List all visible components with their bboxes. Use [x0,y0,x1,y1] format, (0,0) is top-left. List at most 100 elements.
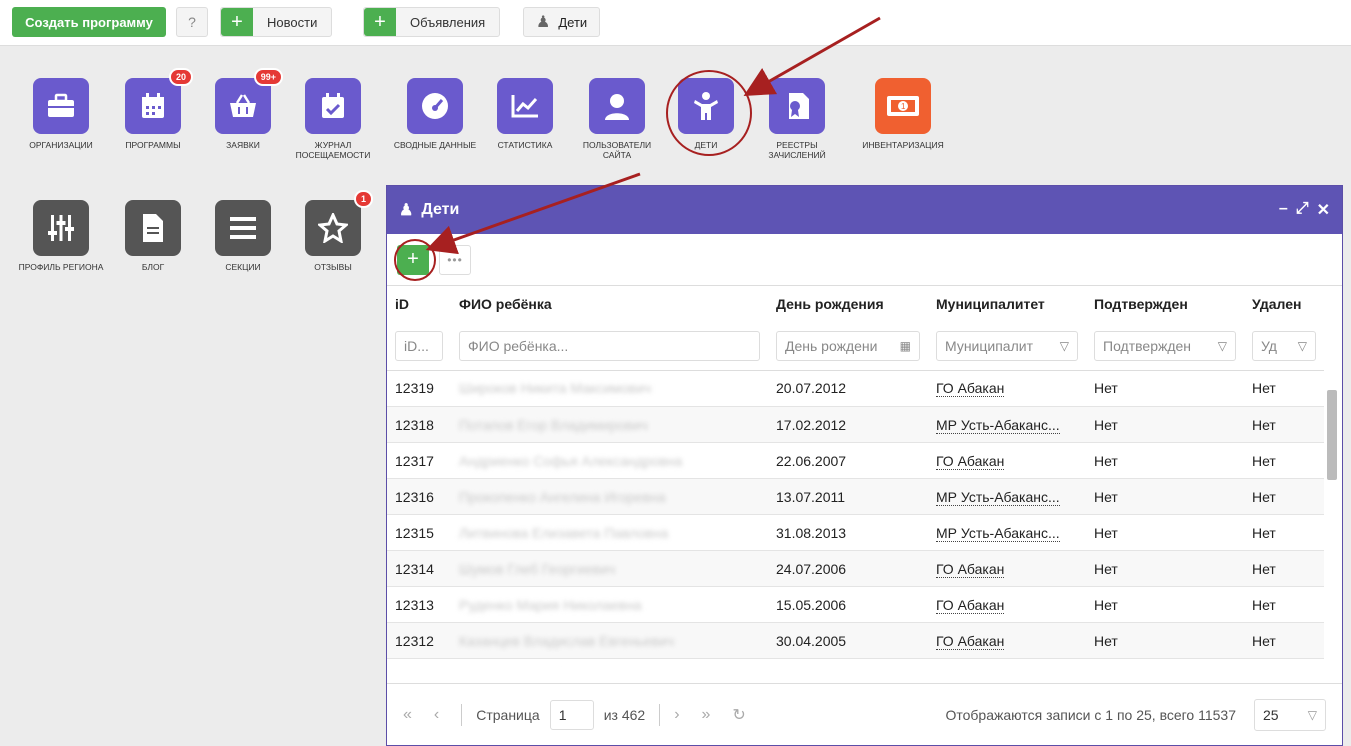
icon-label: ПРОФИЛЬ РЕГИОНА [18,262,104,272]
news-button[interactable]: + Новости [220,7,333,37]
cell-confirmed: Нет [1094,560,1118,577]
filter-placeholder: iD... [404,337,429,354]
more-options-button[interactable]: ••• [439,244,471,275]
cell-name: Казанцев Владислав Евгеньевич [459,632,674,649]
desktop-icon-enrollments[interactable]: РЕЕСТРЫ ЗАЧИСЛЕНИЙ [752,78,842,160]
icon-label: ЗАЯВКИ [226,140,260,150]
first-page-icon[interactable]: « [403,706,412,724]
column-header[interactable]: Подтвержден [1086,286,1244,322]
desktop-icon-organizations[interactable]: ОРГАНИЗАЦИИ [16,78,106,150]
confirmed-filter-select[interactable]: Подтвержден ▽ [1094,330,1236,361]
calendar-icon[interactable]: ▦ [896,339,911,353]
cell-birthdate: 17.02.2012 [776,416,847,433]
column-header[interactable]: Удален [1244,286,1324,322]
table-row[interactable]: 12314 Шумов Глеб Георгиевич 24.07.2006 ГО А… [387,550,1324,587]
table-row[interactable]: 12315 Литвинова Елизавета Павловна 31.08.2… [387,514,1324,551]
prev-page-icon[interactable]: ‹ [434,706,439,724]
table-row[interactable]: 12316 Прокопенко Ангелина Игоревна 13.07.2… [387,478,1324,515]
table-row[interactable]: 12313 Руденко Мария Николаевна 15.05.2006 Г… [387,586,1324,623]
desktop-icon-site-users[interactable]: ПОЛЬЗОВАТЕЛИ САЙТА [572,78,662,160]
icon-label: ИНВЕНТАРИЗАЦИЯ [862,140,944,150]
deleted-filter-select[interactable]: Уд ▽ [1252,330,1316,361]
cell-confirmed: Нет [1094,632,1118,649]
desktop-icon-sections[interactable]: СЕКЦИИ [198,200,288,272]
pagination-bar: « ‹ Страница 1 из 462 › » ↻ Отображаются… [387,683,1342,745]
desktop-icon-region-profile[interactable]: ПРОФИЛЬ РЕГИОНА [16,200,106,272]
cell-name: Шумов Глеб Георгиевич [459,560,616,577]
gauge-icon [407,78,463,134]
desktop-icon-attendance[interactable]: ЖУРНАЛ ПОСЕЩАЕМОСТИ [288,78,378,160]
cell-id: 12315 [395,524,434,541]
table-row[interactable]: 12311Никитин Сергей Викторович14.04.2005… [387,658,1324,667]
chart-icon [497,78,553,134]
last-page-icon[interactable]: » [702,706,711,724]
id-filter-input[interactable]: iD... [395,330,443,361]
column-header[interactable]: ФИО ребёнка [451,286,768,322]
desktop-icon-requests[interactable]: 99+ ЗАЯВКИ [198,68,288,150]
help-icon[interactable]: ? [176,7,208,37]
cell-birthdate: 24.07.2006 [776,560,847,577]
page-count: из 462 [603,706,646,723]
cell-id: 12314 [395,560,434,577]
table-scrollbar[interactable] [1325,370,1339,676]
table-row[interactable]: 12319 Широков Никита Максимович 20.07.2012… [387,370,1324,407]
window-toolbar: + ••• [387,234,1342,286]
cell-municipality[interactable]: МР Усть-Абаканс... [936,416,1060,434]
chevron-down-icon: ▽ [1307,707,1317,722]
desktop-icon-summary[interactable]: СВОДНЫЕ ДАННЫЕ [390,78,480,150]
column-header[interactable]: День рождения [768,286,928,322]
window-header[interactable]: ♟ Дети – ⤢ ✕ [387,186,1342,234]
cell-id: 12312 [395,632,434,649]
page-number-input[interactable]: 1 [549,699,594,730]
cell-municipality[interactable]: ГО Абакан [936,560,1005,578]
table-row[interactable]: 12312 Казанцев Владислав Евгеньевич 30.04.… [387,622,1324,659]
calendar-icon: 20 [125,68,193,134]
icon-label: СВОДНЫЕ ДАННЫЕ [393,140,477,150]
desktop-icon-statistics[interactable]: СТАТИСТИКА [480,78,570,150]
child-icon: ♟ [399,202,414,219]
chevron-down-icon: ▽ [1217,338,1227,353]
column-header[interactable]: iD [387,286,451,322]
scrollbar-thumb[interactable] [1327,390,1337,480]
count-badge: 1 [353,190,373,208]
kids-button[interactable]: ♟ Дети [523,7,601,37]
page-size-select[interactable]: 25 ▽ [1254,698,1326,731]
desktop-icon-reviews[interactable]: 1 ОТЗЫВЫ [288,190,378,272]
table-header: iD ФИО ребёнка День рождения Муниципалит… [387,286,1324,322]
child-icon: ♟ [536,14,551,31]
filter-placeholder: Подтвержден [1103,337,1192,354]
table-row[interactable]: 12318 Потапов Егор Владимирович 17.02.2012… [387,406,1324,443]
page-label: Страница [476,706,540,723]
cell-municipality[interactable]: МР Усть-Абаканс... [936,524,1060,542]
cell-municipality[interactable]: ГО Абакан [936,380,1005,398]
close-icon[interactable]: ✕ [1317,200,1330,220]
count-badge: 99+ [253,68,283,86]
desktop-icon-inventory[interactable]: 1 ИНВЕНТАРИЗАЦИЯ [858,78,948,150]
highlight-circle-add-button [394,239,436,281]
money-icon: 1 [875,78,931,134]
ads-button[interactable]: + Объявления [363,7,501,37]
icon-label: СТАТИСТИКА [497,140,553,150]
cell-municipality[interactable]: МР Усть-Абаканс... [936,488,1060,506]
refresh-icon[interactable]: ↻ [732,705,745,725]
table-row[interactable]: 12317 Андриенко Софья Александровна 22.06.… [387,442,1324,479]
records-info: Отображаются записи с 1 по 25, всего 115… [945,706,1236,723]
minimize-icon[interactable]: – [1279,200,1288,220]
desktop-icon-programs[interactable]: 20 ПРОГРАММЫ [108,68,198,150]
page-size-value: 25 [1263,706,1279,723]
cell-name: Руденко Мария Николаевна [459,596,642,613]
column-header[interactable]: Муниципалитет [928,286,1086,322]
municipality-filter-select[interactable]: Муниципалит ▽ [936,330,1078,361]
birthdate-filter-input[interactable]: День рождени ▦ [776,330,920,361]
next-page-icon[interactable]: › [674,706,679,724]
name-filter-input[interactable]: ФИО ребёнка... [459,330,760,361]
cell-municipality[interactable]: ГО Абакан [936,452,1005,470]
create-program-button[interactable]: Создать программу [12,7,166,37]
maximize-icon[interactable]: ⤢ [1296,200,1309,220]
cell-municipality[interactable]: ГО Абакан [936,632,1005,650]
cell-municipality[interactable]: ГО Абакан [936,596,1005,614]
desktop-icon-blog[interactable]: БЛОГ [108,200,198,272]
divider [461,703,463,726]
cell-deleted: Нет [1252,380,1276,397]
cell-birthdate: 13.07.2011 [776,488,846,505]
